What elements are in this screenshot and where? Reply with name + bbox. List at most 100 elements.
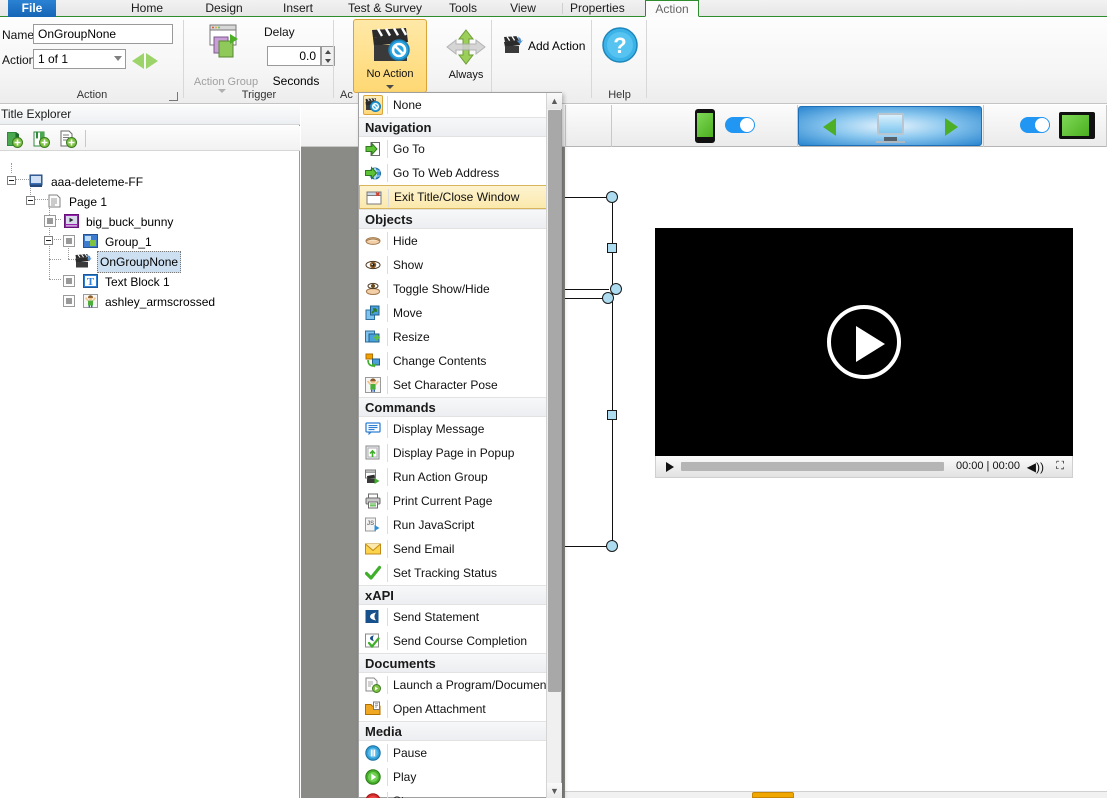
next-arrow-icon[interactable] xyxy=(146,53,158,69)
action-menu-item[interactable]: Print Current Page xyxy=(359,489,547,513)
fullscreen-icon[interactable]: ⛶ xyxy=(1056,460,1064,473)
action-menu-item[interactable]: Send Email xyxy=(359,537,547,561)
action-menu-item-label: None xyxy=(393,98,422,112)
action-menu-item[interactable]: Pause xyxy=(359,741,547,765)
dialog-launcher-icon[interactable] xyxy=(169,92,178,101)
action-menu-item[interactable]: Toggle Show/Hide xyxy=(359,277,547,301)
title-explorer-tree: aaa-deleteme-FF Page 1 big_buck_bunny Gr… xyxy=(0,153,300,798)
ribbon-group-add: Add Action xyxy=(492,17,592,104)
action-group-icon[interactable] xyxy=(206,22,244,60)
action-menu-item[interactable]: Resize xyxy=(359,325,547,349)
action-menu-item-label: Exit Title/Close Window xyxy=(394,190,520,204)
visibility-checkbox[interactable] xyxy=(63,295,75,307)
tree-item-label: Text Block 1 xyxy=(105,275,170,289)
application-window: File Home Design Insert Test & Survey To… xyxy=(0,0,1107,798)
action-menu-item[interactable]: Show xyxy=(359,253,547,277)
add-page-icon[interactable] xyxy=(59,130,77,148)
action-menu-item[interactable]: Hide xyxy=(359,229,547,253)
delay-input[interactable]: 0.0 xyxy=(267,46,321,66)
bottom-tab-marker[interactable] xyxy=(752,792,794,798)
chevron-down-icon[interactable]: ▼ xyxy=(547,783,562,798)
selection-handle[interactable] xyxy=(606,191,618,203)
action-type-dropdown-menu: None Navigation Go To Go To Web Address Exit… xyxy=(358,92,562,798)
volume-icon[interactable]: ◀)) xyxy=(1027,460,1044,474)
tab-home[interactable]: Home xyxy=(120,0,174,17)
next-triangle-icon[interactable] xyxy=(945,118,958,136)
action-menu-item[interactable]: None xyxy=(359,93,547,117)
tree-item-label: big_buck_bunny xyxy=(86,215,174,229)
action-menu-header: Documents xyxy=(359,653,547,673)
title-explorer-toolbar xyxy=(0,126,300,151)
action-menu-item[interactable]: Send Course Completion xyxy=(359,629,547,653)
selection-handle[interactable] xyxy=(607,243,617,253)
previous-triangle-icon[interactable] xyxy=(823,118,836,136)
add-section-icon[interactable] xyxy=(32,130,50,148)
expander-icon[interactable] xyxy=(7,176,16,185)
action-menu-item[interactable]: Play xyxy=(359,765,547,789)
tab-tools[interactable]: Tools xyxy=(440,0,486,17)
no-action-button[interactable]: No Action xyxy=(353,19,427,93)
action-menu-item[interactable]: Launch a Program/Document xyxy=(359,673,547,697)
tab-file[interactable]: File xyxy=(8,0,56,17)
visibility-checkbox[interactable] xyxy=(44,215,56,227)
tab-action[interactable]: Action xyxy=(645,0,699,17)
play-circle-icon[interactable] xyxy=(827,305,901,379)
action-menu-header: Commands xyxy=(359,397,547,417)
tab-test-survey[interactable]: Test & Survey xyxy=(340,0,424,17)
add-action-button-label[interactable]: Add Action xyxy=(528,39,585,53)
show-eye-icon xyxy=(363,255,383,275)
tab-insert[interactable]: Insert xyxy=(272,0,324,17)
add-action-icon[interactable] xyxy=(503,36,523,54)
action-menu-item-label: Resize xyxy=(393,330,430,344)
chevron-up-icon[interactable]: ▲ xyxy=(547,93,562,109)
always-button[interactable]: Always xyxy=(435,19,497,93)
action-menu-item[interactable]: Send Statement xyxy=(359,605,547,629)
desktop-view-selected[interactable] xyxy=(798,106,982,146)
action-menu-item[interactable]: Exit Title/Close Window xyxy=(359,185,547,209)
action-menu-item[interactable]: Display Page in Popup xyxy=(359,441,547,465)
video-seek-slider[interactable] xyxy=(681,462,944,471)
action-menu-item[interactable]: Set Character Pose xyxy=(359,373,547,397)
visibility-checkbox[interactable] xyxy=(63,235,75,247)
phone-device-icon[interactable] xyxy=(695,109,715,143)
tab-properties[interactable]: Properties xyxy=(562,0,632,17)
tab-view[interactable]: View xyxy=(500,0,546,17)
action-menu-item[interactable]: Change Contents xyxy=(359,349,547,373)
action-menu-item[interactable]: Go To Web Address xyxy=(359,161,547,185)
selection-handle[interactable] xyxy=(606,540,618,552)
action-menu-item[interactable]: Run Action Group xyxy=(359,465,547,489)
action-menu-item[interactable]: Go To xyxy=(359,137,547,161)
expander-icon[interactable] xyxy=(44,236,53,245)
action-menu-item[interactable]: Move xyxy=(359,301,547,325)
javascript-icon: JS xyxy=(363,515,383,535)
menu-scrollbar[interactable]: ▲ ▼ xyxy=(546,93,562,798)
tab-design[interactable]: Design xyxy=(196,0,252,17)
action-menu-item[interactable]: JS Run JavaScript xyxy=(359,513,547,537)
ribbon-group-action-type: No Action Always Ac xyxy=(334,17,492,104)
action-menu-item[interactable]: Open Attachment xyxy=(359,697,547,721)
video-object[interactable] xyxy=(655,228,1073,456)
previous-arrow-icon[interactable] xyxy=(132,53,144,69)
email-icon xyxy=(363,539,383,559)
svg-text:?: ? xyxy=(613,33,626,58)
action-index-select[interactable]: 1 of 1 xyxy=(33,49,126,69)
action-menu-item[interactable]: Stop xyxy=(359,789,547,798)
tree-item-label: ashley_armscrossed xyxy=(105,295,216,309)
expander-icon[interactable] xyxy=(26,196,35,205)
menu-scrollbar-thumb[interactable] xyxy=(548,110,561,692)
tablet-device-icon[interactable] xyxy=(1059,112,1095,139)
selection-handle[interactable] xyxy=(607,410,617,420)
action-menu-item-label: Hide xyxy=(393,234,418,248)
name-input[interactable]: OnGroupNone xyxy=(33,24,173,44)
help-question-icon[interactable]: ? xyxy=(602,27,638,63)
action-menu-item[interactable]: Display Message xyxy=(359,417,547,441)
action-group-button-label[interactable]: Action Group xyxy=(190,76,262,88)
tablet-view-toggle[interactable] xyxy=(1020,117,1050,133)
play-icon[interactable] xyxy=(666,462,674,472)
selection-handle[interactable] xyxy=(602,292,614,304)
add-chapter-icon[interactable] xyxy=(5,130,23,148)
action-menu-item[interactable]: Set Tracking Status xyxy=(359,561,547,585)
play-round-icon xyxy=(363,767,383,787)
visibility-checkbox[interactable] xyxy=(63,275,75,287)
phone-view-toggle[interactable] xyxy=(725,117,755,133)
